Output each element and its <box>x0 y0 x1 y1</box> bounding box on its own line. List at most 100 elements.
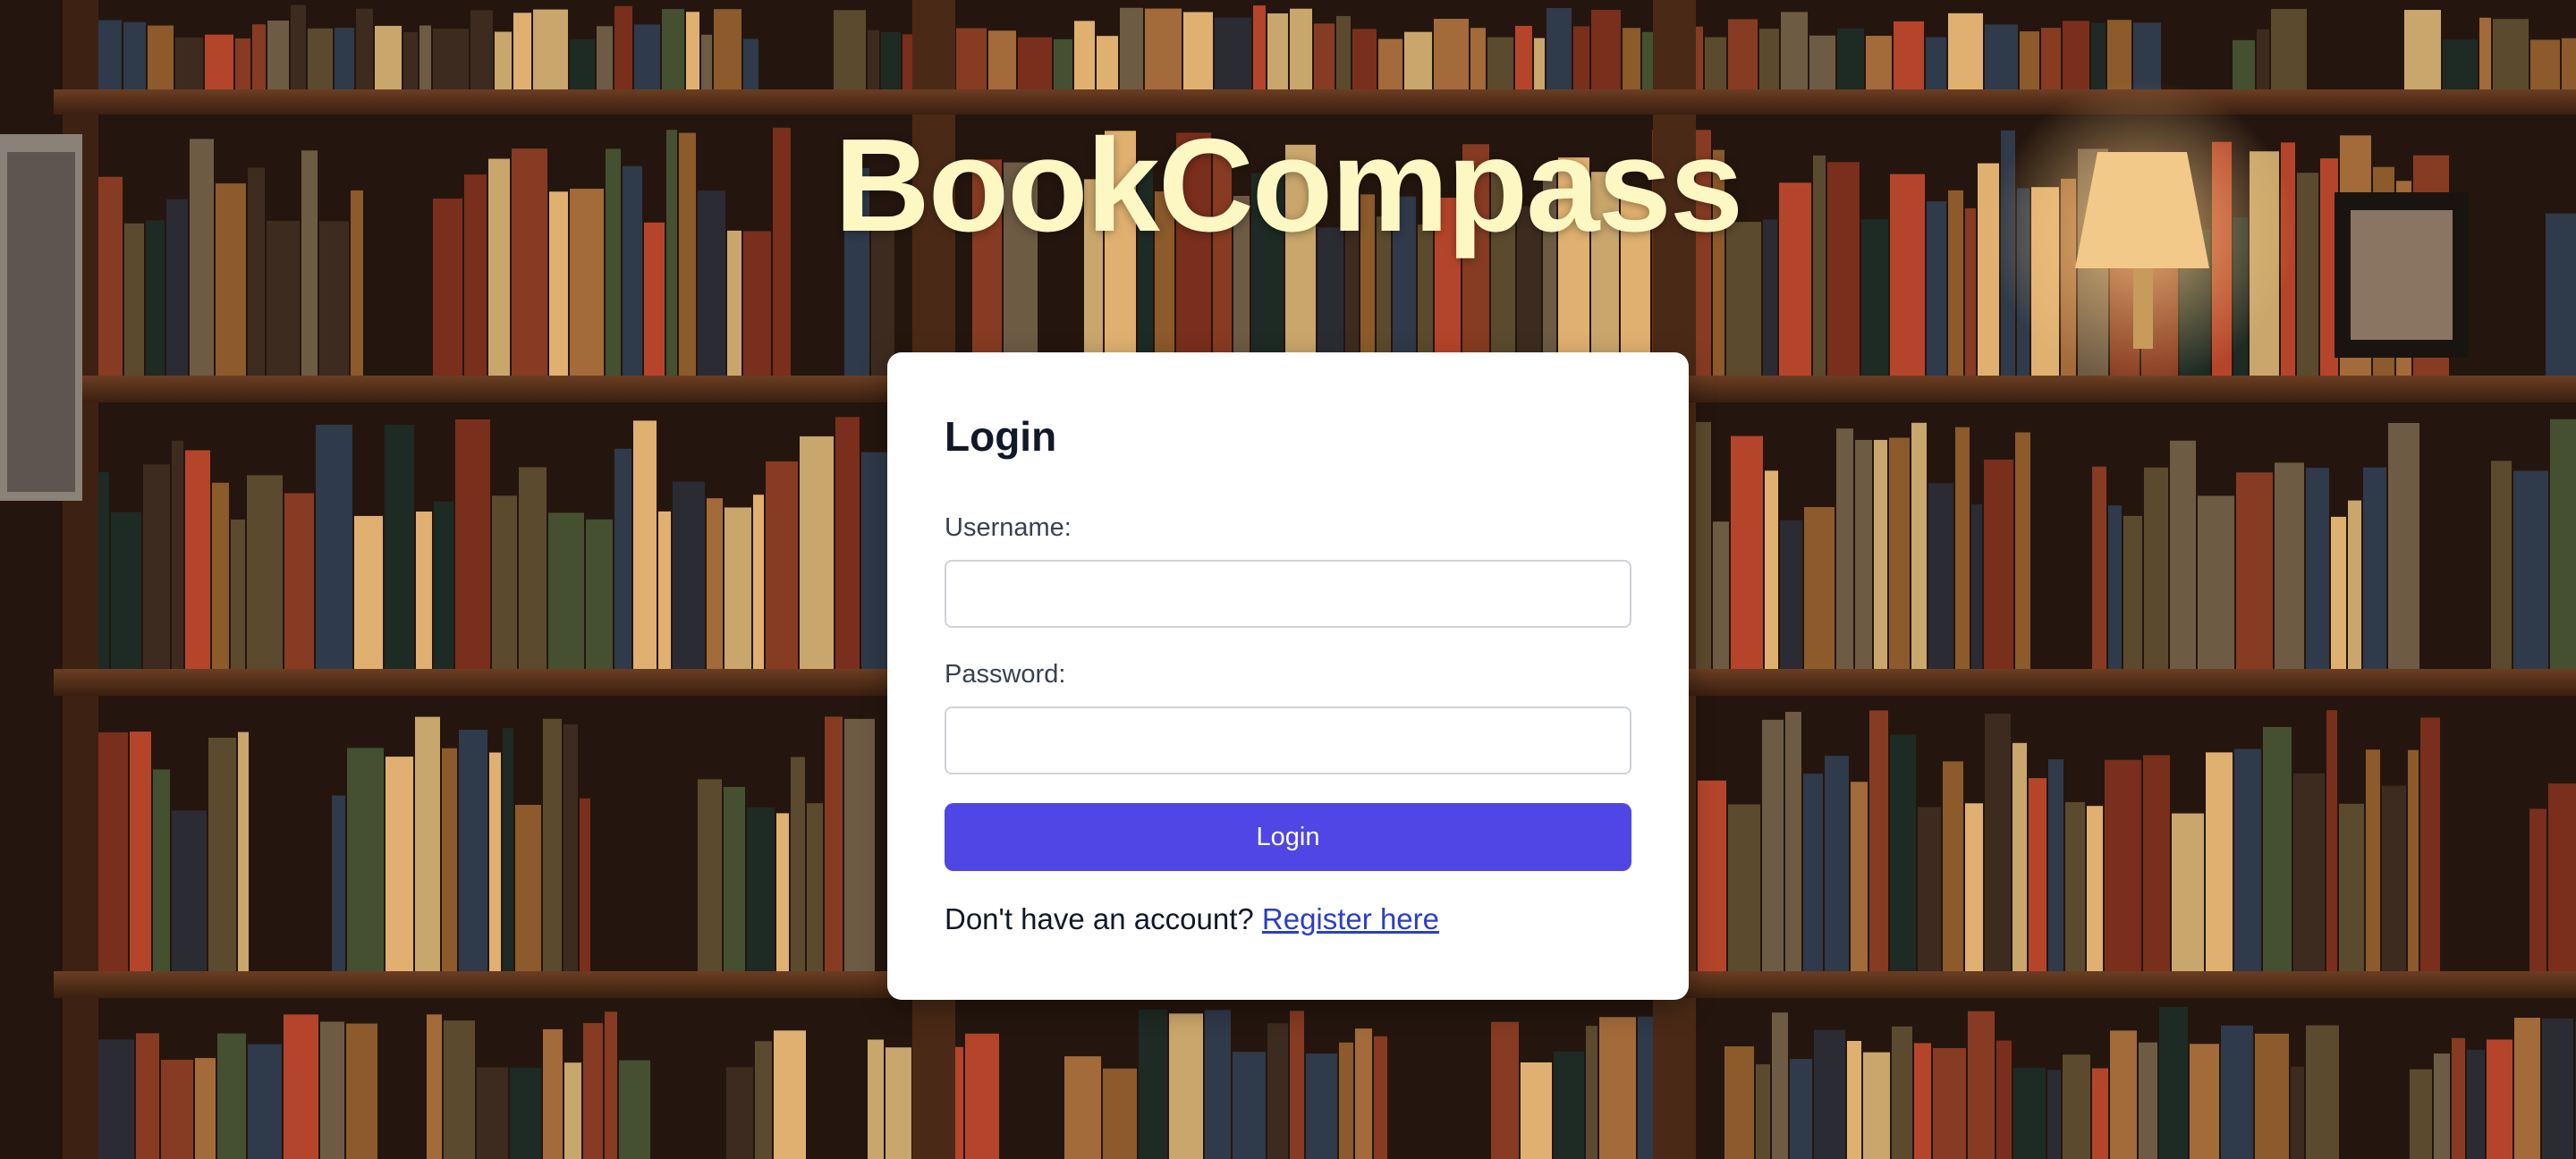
book-spine <box>1591 9 1621 90</box>
book-spine <box>347 748 384 971</box>
book-spine <box>459 729 487 971</box>
book-spine <box>1306 1053 1337 1159</box>
book-spine <box>403 32 418 89</box>
book-spine <box>2105 759 2141 971</box>
book-spine <box>433 29 469 89</box>
book-spine <box>1943 761 1963 971</box>
book-spine <box>580 798 590 971</box>
book-spine <box>98 20 122 90</box>
book-spine <box>807 803 823 971</box>
book-spine <box>205 34 233 89</box>
book-spine <box>2221 1025 2253 1159</box>
book-spine <box>1290 1011 1304 1159</box>
book-spine <box>2514 1018 2540 1159</box>
book-spine <box>98 472 109 669</box>
book-spine <box>2326 710 2337 971</box>
book-spine <box>2291 1066 2304 1159</box>
book-spine <box>2530 39 2560 89</box>
book-spine <box>143 464 170 669</box>
book-spine <box>2139 1042 2157 1159</box>
book-spine <box>489 752 501 971</box>
book-spine <box>477 1067 508 1159</box>
book-spine <box>1765 470 1778 669</box>
login-card: Login Username: Password: Login Don't ha… <box>887 352 1689 1000</box>
book-spine <box>1968 1011 1995 1159</box>
book-spine <box>1866 36 1892 89</box>
book-spine <box>416 512 432 669</box>
book-spine <box>868 30 879 89</box>
book-spine <box>2020 31 2039 89</box>
book-spine <box>1894 21 1924 90</box>
book-spine <box>1169 1013 1203 1159</box>
book-spine <box>1470 28 1486 90</box>
book-spine <box>707 498 723 669</box>
book-spine <box>834 10 866 89</box>
book-spine <box>1586 1026 1597 1159</box>
book-spine <box>1933 1047 1966 1159</box>
book-spine <box>2048 759 2063 971</box>
book-spine <box>2271 9 2307 90</box>
book-spine <box>1705 37 1726 89</box>
book-spine <box>98 1039 134 1159</box>
book-spine <box>195 1058 216 1159</box>
password-input[interactable] <box>945 706 1631 774</box>
book-spine <box>2382 785 2406 971</box>
book-spine <box>2233 39 2255 89</box>
book-spine <box>519 467 547 669</box>
book-spine <box>415 716 440 971</box>
book-spine <box>701 34 712 89</box>
book-spine <box>235 38 250 89</box>
book-spine <box>1120 7 1143 89</box>
app-title: BookCompass <box>834 112 1743 259</box>
book-spine <box>2408 749 2419 971</box>
book-spine <box>2550 419 2576 669</box>
book-spine <box>419 25 431 89</box>
book-spine <box>427 1014 442 1159</box>
book-spine <box>1554 1051 1584 1159</box>
book-spine <box>2107 20 2131 89</box>
username-input[interactable] <box>945 560 1631 628</box>
book-spine <box>662 9 684 89</box>
book-spine <box>1837 28 1864 89</box>
book-spine <box>238 732 249 971</box>
book-spine <box>2108 505 2122 669</box>
book-spine <box>724 786 745 971</box>
book-spine <box>2198 495 2234 669</box>
book-spine <box>2513 470 2548 669</box>
book-spine <box>510 1067 541 1159</box>
book-spine <box>1926 37 1946 89</box>
book-spine <box>247 475 283 669</box>
book-spine <box>172 810 207 971</box>
book-spine <box>2110 1030 2137 1159</box>
book-spine <box>2467 1049 2485 1159</box>
book-spine <box>1855 439 1872 669</box>
login-button[interactable]: Login <box>945 803 1631 871</box>
book-spine <box>605 1011 617 1159</box>
book-spine <box>1892 1026 1912 1159</box>
book-spine <box>1759 29 1779 89</box>
book-spine <box>1054 38 1072 89</box>
book-spine <box>2348 500 2361 669</box>
book-spine <box>386 757 413 971</box>
book-spine <box>1889 437 1910 669</box>
book-spine <box>1809 35 1835 89</box>
book-spine <box>172 440 183 669</box>
book-spine <box>2063 1054 2090 1159</box>
book-spine <box>2487 1039 2512 1159</box>
book-spine <box>743 38 758 89</box>
book-spine <box>1985 714 2011 971</box>
book-spine <box>2491 461 2512 669</box>
book-spine <box>1378 38 1402 89</box>
book-spine <box>2263 726 2292 971</box>
book-spine <box>1781 12 1808 89</box>
book-spine <box>2091 22 2106 89</box>
book-spine <box>2452 1037 2465 1159</box>
register-link[interactable]: Register here <box>1262 902 1439 935</box>
book-spine <box>753 495 764 669</box>
book-spine <box>2363 467 2386 669</box>
book-spine <box>791 757 805 971</box>
book-spine <box>1314 23 1335 90</box>
book-spine <box>1339 1042 1353 1159</box>
book-spine <box>2275 462 2304 669</box>
book-spine <box>470 10 493 89</box>
